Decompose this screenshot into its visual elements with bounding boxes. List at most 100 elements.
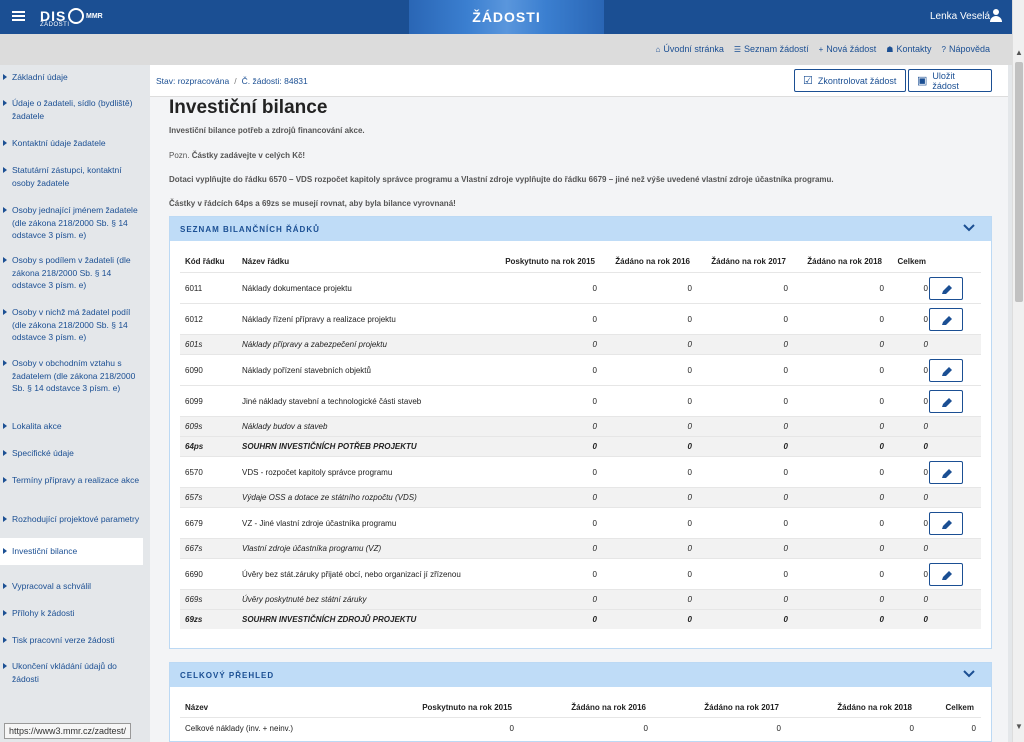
row-name: SOUHRN INVESTIČNÍCH ZDROJŮ PROJEKTU <box>242 615 417 624</box>
row-value: 0 <box>923 366 928 375</box>
list-icon: ☰ <box>733 44 742 54</box>
user-name[interactable]: Lenka Veselá <box>930 11 990 22</box>
main-content: Stav: rozpracována / Č. žádosti: 84831 ☑ Z… <box>150 65 1008 742</box>
save-request-label: Uložit žádost <box>932 70 959 91</box>
edit-row-button[interactable] <box>929 461 963 484</box>
sidebar-item[interactable]: Přílohy k žádosti <box>0 607 143 620</box>
row-code: 657s <box>185 493 203 502</box>
sidebar-item[interactable]: Vypracoval a schválil <box>0 580 143 593</box>
row-value: 0 <box>879 544 884 553</box>
row-value: 0 <box>783 570 788 579</box>
edit-row-button[interactable] <box>929 563 963 586</box>
column-header: Žádáno na rok 2017 <box>704 703 779 712</box>
row-value: 0 <box>687 615 692 624</box>
sidebar-item[interactable]: Údaje o žadateli, sídlo (bydliště) žadat… <box>0 97 143 122</box>
chevron-down-icon[interactable] <box>963 668 975 680</box>
scroll-up-icon[interactable]: ▲ <box>1015 48 1023 57</box>
sidebar-item[interactable]: Investiční bilance <box>0 538 143 565</box>
chevron-down-icon[interactable] <box>963 222 975 234</box>
row-value: 0 <box>592 615 597 624</box>
row-value: 0 <box>687 544 692 553</box>
table-row: 609s Náklady budov a staveb 0 0 0 0 0 <box>180 416 981 436</box>
sidebar-item[interactable]: Kontaktní údaje žadatele <box>0 137 143 150</box>
edit-row-button[interactable] <box>929 390 963 413</box>
row-value: 0 <box>923 544 928 553</box>
column-header: Žádáno na rok 2016 <box>571 703 646 712</box>
edit-row-button[interactable] <box>929 277 963 300</box>
nav-link-plus[interactable]: + Nová žádost <box>819 44 877 54</box>
menu-icon[interactable] <box>12 11 25 21</box>
sidebar-item[interactable]: Specifické údaje <box>0 447 143 460</box>
sidebar-item[interactable]: Osoby s podílem v žadateli (dle zákona 2… <box>0 254 143 292</box>
row-value: 0 <box>687 366 692 375</box>
save-request-button[interactable]: ▣ Uložit žádost <box>908 69 992 92</box>
page-scrollbar[interactable]: ▲ ▼ <box>1012 0 1024 742</box>
nav-link-help[interactable]: ? Nápověda <box>942 44 991 54</box>
row-value: 0 <box>643 724 648 733</box>
nav-link-users[interactable]: ☗ Kontakty <box>886 44 931 54</box>
user-icon[interactable] <box>990 9 1002 23</box>
pencil-icon <box>942 316 952 325</box>
row-value: 0 <box>923 595 928 604</box>
page-title: Investiční bilance <box>169 97 328 118</box>
state-label: Stav: rozpracována <box>156 76 230 86</box>
sidebar: Základní údaje Údaje o žadateli, sídlo (b… <box>0 65 148 742</box>
row-value: 0 <box>687 315 692 324</box>
row-name: VDS - rozpočet kapitoly správce programu <box>242 468 393 477</box>
row-value: 0 <box>783 442 788 451</box>
sidebar-item[interactable]: Termíny přípravy a realizace akce <box>0 474 143 487</box>
row-value: 0 <box>879 570 884 579</box>
row-value: 0 <box>783 366 788 375</box>
pencil-icon <box>942 367 952 376</box>
logo-mmr: MMR <box>86 13 103 20</box>
row-code: 669s <box>185 595 203 604</box>
balance-lines-panel: SEZNAM BILANČNÍCH ŘÁDKŮ Kód řádku Název ř… <box>169 216 992 649</box>
row-value: 0 <box>879 442 884 451</box>
row-value: 0 <box>909 724 914 733</box>
row-name: Úvěry poskytnuté bez státní záruky <box>242 595 367 604</box>
edit-row-button[interactable] <box>929 359 963 382</box>
row-value: 0 <box>592 595 597 604</box>
balance-panel-header[interactable]: SEZNAM BILANČNÍCH ŘÁDKŮ <box>170 217 991 241</box>
table-row: 69zs SOUHRN INVESTIČNÍCH ZDROJŮ PROJEKTU 0… <box>180 609 981 629</box>
sidebar-item[interactable]: Statutární zástupci, kontaktní osoby žad… <box>0 164 143 189</box>
row-value: 0 <box>971 724 976 733</box>
row-name: VZ - Jiné vlastní zdroje účastníka progr… <box>242 519 397 528</box>
row-value: 0 <box>687 340 692 349</box>
sidebar-item[interactable]: Ukončení vkládání údajů do žádosti <box>0 660 143 685</box>
row-value: 0 <box>879 340 884 349</box>
sidebar-item[interactable]: Osoby v obchodním vztahu s žadatelem (dl… <box>0 357 143 395</box>
column-header: Žádáno na rok 2016 <box>615 257 690 266</box>
row-value: 0 <box>592 544 597 553</box>
scroll-down-icon[interactable]: ▼ <box>1015 722 1023 731</box>
sidebar-item[interactable]: Základní údaje <box>0 71 143 84</box>
sidebar-item[interactable]: Osoby v nichž má žadatel podíl (dle záko… <box>0 306 143 344</box>
nav-link-list[interactable]: ☰ Seznam žádostí <box>734 44 809 54</box>
column-header: Žádáno na rok 2018 <box>837 703 912 712</box>
logo-subtitle: ŽÁDOSTI <box>40 22 70 28</box>
row-value: 0 <box>783 284 788 293</box>
header-banner: ŽÁDOSTI <box>409 0 604 34</box>
sidebar-item[interactable]: Rozhodující projektové parametry <box>0 513 143 526</box>
row-value: 0 <box>879 493 884 502</box>
nav-link-home[interactable]: ⌂ Úvodní stránka <box>656 44 724 54</box>
check-request-button[interactable]: ☑ Zkontrolovat žádost <box>794 69 906 92</box>
scroll-thumb[interactable] <box>1015 62 1023 302</box>
nav-link-label: Seznam žádostí <box>744 44 809 54</box>
table-row: 6690 Úvěry bez stát.záruky přijaté obcí, … <box>180 558 981 589</box>
sidebar-item[interactable]: Osoby jednající jménem žadatele (dle zák… <box>0 204 143 242</box>
check-request-label: Zkontrolovat žádost <box>817 75 897 86</box>
table-row: 6090 Náklady pořízení stavebních objektů 0… <box>180 354 981 385</box>
overview-panel-header[interactable]: CELKOVÝ PŘEHLED <box>170 663 991 687</box>
home-icon: ⌂ <box>655 44 661 54</box>
breadcrumb: Stav: rozpracována / Č. žádosti: 84831 <box>156 76 308 86</box>
overview-panel: CELKOVÝ PŘEHLED Název Poskytnuto na rok 2… <box>169 662 992 742</box>
sidebar-item[interactable]: Tisk pracovní verze žádosti <box>0 634 143 647</box>
row-code: 6090 <box>185 366 203 375</box>
sidebar-item[interactable]: Lokalita akce <box>0 420 143 433</box>
nav-link-label: Nová žádost <box>826 44 877 54</box>
edit-row-button[interactable] <box>929 512 963 535</box>
column-header: Celkem <box>945 703 974 712</box>
row-value: 0 <box>783 315 788 324</box>
edit-row-button[interactable] <box>929 308 963 331</box>
